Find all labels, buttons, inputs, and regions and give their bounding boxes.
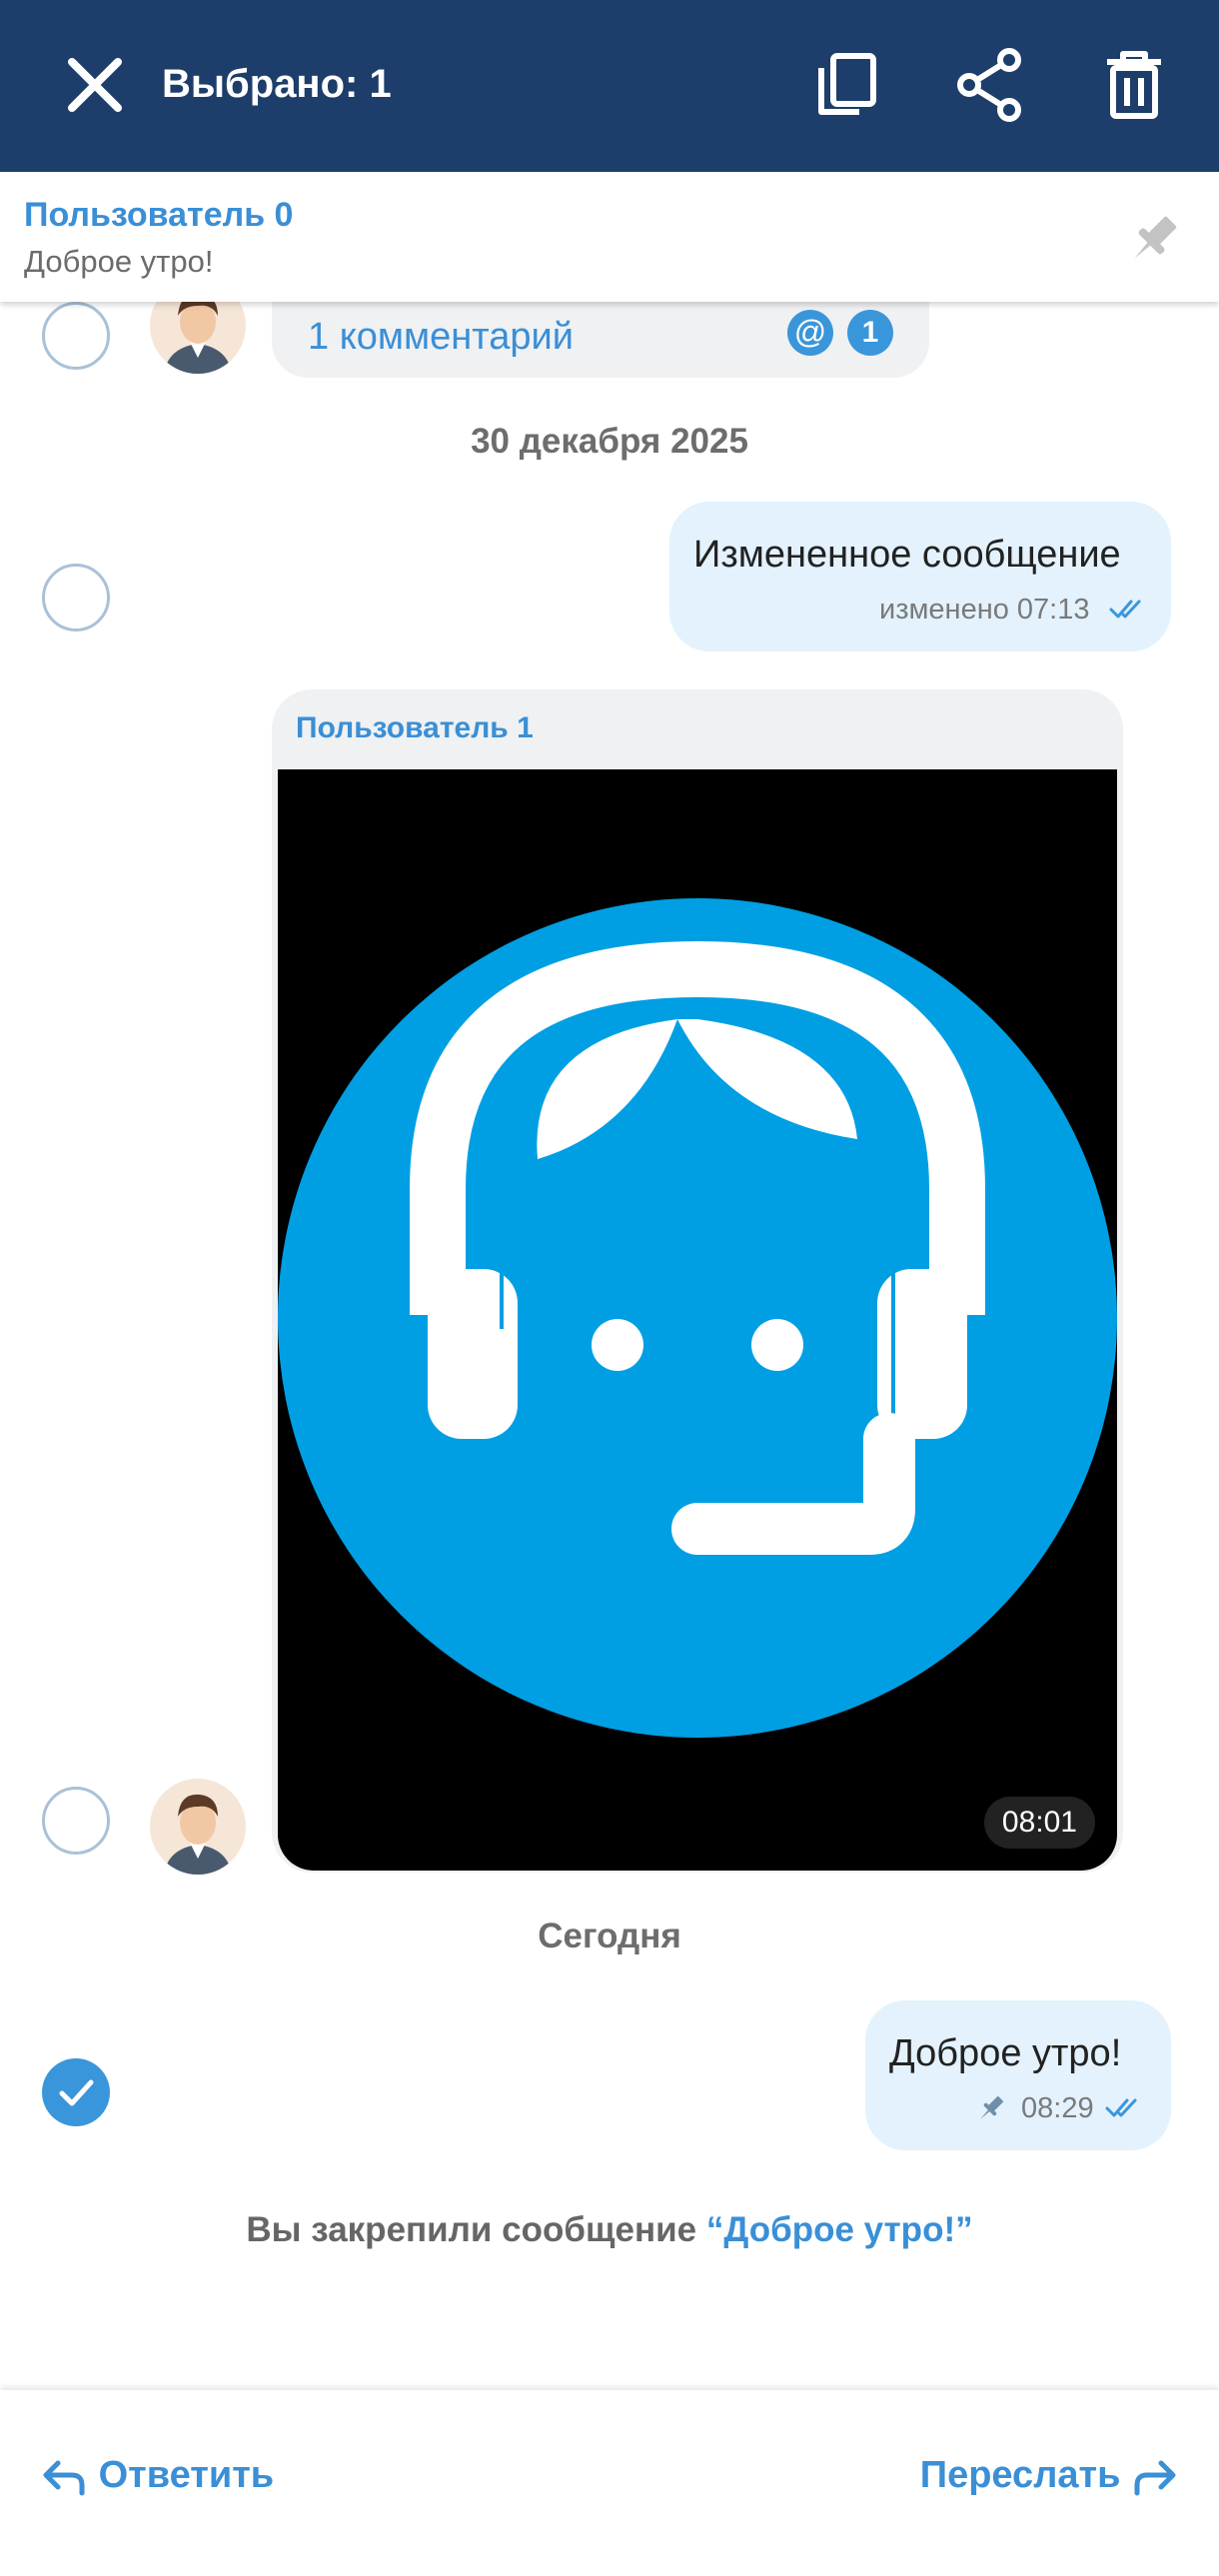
reply-button[interactable]: Ответить <box>40 2454 274 2499</box>
reply-label: Ответить <box>98 2454 275 2496</box>
share-icon[interactable] <box>951 46 1029 124</box>
avatar[interactable] <box>150 302 246 374</box>
date-separator: Сегодня <box>538 1917 681 1955</box>
message-time: 08:29 <box>1021 2092 1094 2124</box>
checkmark-icon <box>59 2079 94 2106</box>
select-checkbox-checked[interactable] <box>42 2058 110 2126</box>
pinned-message-link[interactable]: “Доброе утро!” <box>706 2210 973 2249</box>
system-message-prefix: Вы закрепили сообщение <box>246 2210 706 2249</box>
outgoing-message-selected[interactable]: Доброе утро! 08:29 <box>865 2000 1171 2150</box>
media-message[interactable]: Пользователь 1 08:01 <box>272 689 1123 1873</box>
support-headset-image[interactable]: 08:01 <box>278 769 1117 1871</box>
chat-history[interactable]: 1 комментарий @ 1 30 декабря 2025 Измене… <box>0 302 1219 2390</box>
message-text: Измененное сообщение <box>693 534 1121 576</box>
media-timestamp: 08:01 <box>983 1797 1095 1849</box>
system-message: Вы закрепили сообщение “Доброе утро!” <box>0 2210 1219 2250</box>
unread-count-badge: 1 <box>847 310 893 356</box>
read-checkmarks-icon <box>1105 2098 1137 2117</box>
select-checkbox[interactable] <box>42 302 110 370</box>
message-author[interactable]: Пользователь 1 <box>296 711 534 745</box>
pin-icon[interactable] <box>1121 208 1185 272</box>
mention-badge: @ <box>787 310 833 356</box>
date-separator: 30 декабря 2025 <box>471 422 748 461</box>
select-checkbox[interactable] <box>42 1787 110 1855</box>
pinned-text: Доброе утро! <box>24 244 214 279</box>
outgoing-message[interactable]: Измененное сообщение изменено 07:13 <box>669 502 1171 651</box>
forward-label: Переслать <box>919 2454 1121 2496</box>
selection-toolbar: Выбрано: 1 <box>0 0 1219 172</box>
copy-icon[interactable] <box>807 46 885 124</box>
comments-count-label: 1 комментарий <box>308 316 574 358</box>
reply-arrow-icon <box>43 2460 85 2496</box>
avatar[interactable] <box>150 1779 246 1875</box>
forward-arrow-icon <box>1134 2460 1176 2496</box>
forward-button[interactable]: Переслать <box>920 2454 1179 2499</box>
close-icon[interactable] <box>60 50 130 120</box>
trash-icon[interactable] <box>1095 46 1173 124</box>
select-checkbox[interactable] <box>42 564 110 632</box>
thread-comments-pill[interactable]: 1 комментарий @ 1 <box>272 302 929 378</box>
message-text: Доброе утро! <box>889 2032 1122 2074</box>
message-meta: изменено 07:13 <box>879 594 1090 626</box>
pinned-author: Пользователь 0 <box>24 196 294 234</box>
selection-actions-bar: Ответить Переслать <box>0 2390 1219 2576</box>
read-checkmarks-icon <box>1109 600 1141 619</box>
selection-count-title: Выбрано: 1 <box>162 62 392 106</box>
pinned-message-bar[interactable]: Пользователь 0 Доброе утро! <box>0 172 1219 302</box>
pin-icon <box>980 2095 1004 2119</box>
